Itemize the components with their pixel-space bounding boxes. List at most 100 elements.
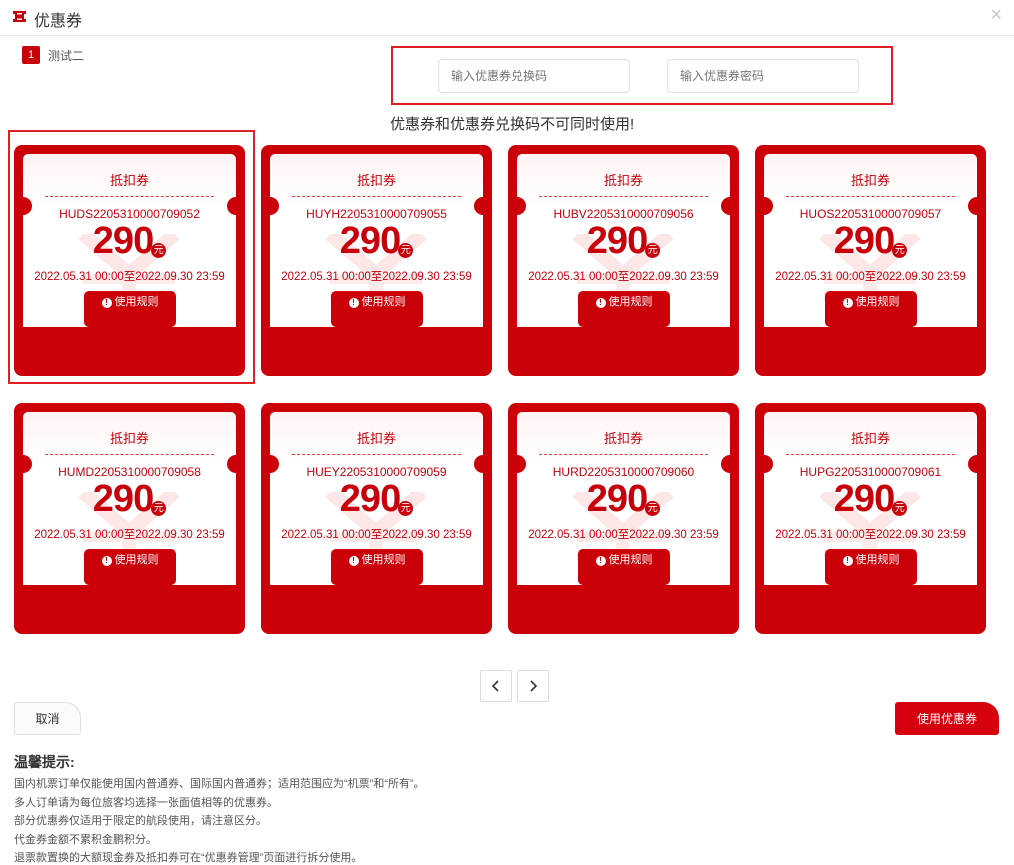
coupon-card-body: 抵扣券 HUBV2205310000709056 290元 2022.05.31 00…: [517, 154, 730, 327]
usage-rules-label: 使用规则: [114, 554, 159, 566]
coupon-type: 抵扣券: [356, 173, 396, 188]
coupon-card[interactable]: 抵扣券 HURD2205310000709060 290元 2022.05.31 00…: [508, 403, 739, 634]
coupon-amount-value: 290: [833, 220, 895, 262]
coupon-amount-value: 290: [586, 220, 648, 262]
ticket-icon: [13, 11, 26, 22]
usage-rules-button[interactable]: ! 使用规则: [84, 291, 176, 327]
tips-list: 国内机票订单仅能使用国内普通券、国际国内普通券；适用范围应为“机票”和“所有”。…: [14, 775, 425, 865]
coupon-validity: 2022.05.31 00:00至2022.09.30 23:59: [281, 529, 472, 541]
chevron-left-icon: [491, 680, 499, 692]
coupon-amount: 290元: [270, 478, 483, 521]
usage-rules-button[interactable]: ! 使用规则: [578, 549, 670, 585]
coupon-code-input[interactable]: [438, 59, 630, 93]
next-page-button[interactable]: [517, 670, 549, 702]
coupon-type: 抵扣券: [603, 431, 643, 446]
coupon-validity: 2022.05.31 00:00至2022.09.30 23:59: [775, 271, 966, 283]
coupon-card-body: 抵扣券 HUDS2205310000709052 290元 2022.05.31 00…: [23, 154, 236, 327]
coupon-card-body: 抵扣券 HUYH2205310000709055 290元 2022.05.31 00…: [270, 154, 483, 327]
currency-unit-badge: 元: [645, 501, 661, 516]
coupon-divider: [292, 196, 461, 197]
coupon-divider: [786, 454, 955, 455]
close-icon[interactable]: ×: [990, 5, 1002, 25]
usage-rules-button[interactable]: ! 使用规则: [825, 549, 917, 585]
currency-unit-badge: 元: [892, 243, 908, 258]
currency-unit-badge: 元: [645, 243, 661, 258]
use-coupon-button[interactable]: 使用优惠券: [895, 702, 999, 735]
coupon-amount: 290元: [764, 478, 977, 521]
tip-item: 代金券金额不累积金鹏积分。: [14, 833, 157, 846]
coupon-validity: 2022.05.31 00:00至2022.09.30 23:59: [528, 271, 719, 283]
usage-rules-button[interactable]: ! 使用规则: [331, 549, 423, 585]
coupon-card-body: 抵扣券 HURD2205310000709060 290元 2022.05.31 00…: [517, 412, 730, 585]
passenger-name: 测试二: [48, 48, 85, 63]
coupon-code: HUEY2205310000709059: [306, 465, 447, 479]
coupon-card[interactable]: 抵扣券 HUPG2205310000709061 290元 2022.05.31 00…: [755, 403, 986, 634]
coupon-code-area: [391, 46, 893, 105]
passenger-tab[interactable]: 1 测试二: [22, 46, 84, 64]
tip-item: 多人订单请为每位旅客均选择一张面值相等的优惠券。: [14, 796, 278, 809]
coupon-amount: 290元: [517, 478, 730, 521]
info-icon: !: [595, 556, 606, 566]
info-icon: !: [842, 298, 853, 308]
usage-rules-button[interactable]: ! 使用规则: [578, 291, 670, 327]
usage-rules-label: 使用规则: [608, 296, 653, 308]
prev-page-button[interactable]: [480, 670, 512, 702]
coupon-amount-value: 290: [833, 478, 895, 520]
usage-rules-label: 使用规则: [855, 296, 900, 308]
coupon-amount: 290元: [23, 220, 236, 263]
usage-rules-button[interactable]: ! 使用规则: [331, 291, 423, 327]
cancel-button[interactable]: 取消: [14, 702, 81, 735]
info-icon: !: [348, 556, 359, 566]
info-icon: !: [101, 298, 112, 308]
currency-unit-badge: 元: [151, 243, 167, 258]
coupon-card[interactable]: 抵扣券 HUYH2205310000709055 290元 2022.05.31 00…: [261, 145, 492, 376]
coupon-type: 抵扣券: [109, 431, 149, 446]
coupon-card-body: 抵扣券 HUPG2205310000709061 290元 2022.05.31 00…: [764, 412, 977, 585]
coupon-validity: 2022.05.31 00:00至2022.09.30 23:59: [34, 529, 225, 541]
usage-rules-label: 使用规则: [608, 554, 653, 566]
coupon-code: HURD2205310000709060: [552, 465, 695, 479]
coupon-amount-value: 290: [339, 478, 401, 520]
coupon-password-input[interactable]: [667, 59, 859, 93]
coupon-amount-value: 290: [586, 478, 648, 520]
usage-rules-button[interactable]: ! 使用规则: [825, 291, 917, 327]
coupon-card[interactable]: 抵扣券 HUMD2205310000709058 290元 2022.05.31 00…: [14, 403, 245, 634]
coupon-amount-value: 290: [339, 220, 401, 262]
info-icon: !: [101, 556, 112, 566]
passenger-index-badge: 1: [22, 46, 40, 64]
coupon-card-body: 抵扣券 HUEY2205310000709059 290元 2022.05.31 00…: [270, 412, 483, 585]
info-icon: !: [842, 556, 853, 566]
exclusive-use-notice: 优惠券和优惠券兑换码不可同时使用!: [390, 116, 635, 133]
coupon-amount: 290元: [23, 478, 236, 521]
coupon-amount: 290元: [517, 220, 730, 263]
currency-unit-badge: 元: [398, 243, 414, 258]
tip-item: 国内机票订单仅能使用国内普通券、国际国内普通券；适用范围应为“机票”和“所有”。: [14, 778, 425, 790]
coupon-divider: [292, 454, 461, 455]
coupon-divider: [539, 454, 708, 455]
info-icon: !: [348, 298, 359, 308]
coupon-card[interactable]: 抵扣券 HUDS2205310000709052 290元 2022.05.31 00…: [14, 145, 245, 376]
coupon-code: HUYH2205310000709055: [306, 207, 447, 221]
coupon-card[interactable]: 抵扣券 HUOS2205310000709057 290元 2022.05.31 00…: [755, 145, 986, 376]
coupon-code: HUPG2205310000709061: [799, 465, 942, 479]
coupon-type: 抵扣券: [356, 431, 396, 446]
coupon-card[interactable]: 抵扣券 HUBV2205310000709056 290元 2022.05.31 00…: [508, 145, 739, 376]
coupon-amount: 290元: [764, 220, 977, 263]
dialog-title: 优惠券: [34, 13, 83, 30]
tip-item: 退票款置换的大额现金券及抵扣券可在“优惠券管理”页面进行拆分使用。: [14, 852, 363, 864]
coupon-type: 抵扣券: [109, 173, 149, 188]
coupon-card[interactable]: 抵扣券 HUEY2205310000709059 290元 2022.05.31 00…: [261, 403, 492, 634]
usage-rules-label: 使用规则: [361, 296, 406, 308]
coupon-amount-value: 290: [92, 478, 154, 520]
usage-rules-button[interactable]: ! 使用规则: [84, 549, 176, 585]
dialog-header: 优惠券 ×: [0, 0, 1014, 36]
coupon-divider: [786, 196, 955, 197]
info-icon: !: [595, 298, 606, 308]
coupon-type: 抵扣券: [850, 173, 890, 188]
coupon-card-body: 抵扣券 HUOS2205310000709057 290元 2022.05.31 00…: [764, 154, 977, 327]
tip-item: 部分优惠券仅适用于限定的航段使用，请注意区分。: [14, 815, 267, 827]
coupon-type: 抵扣券: [850, 431, 890, 446]
usage-rules-label: 使用规则: [361, 554, 406, 566]
coupon-divider: [539, 196, 708, 197]
currency-unit-badge: 元: [892, 501, 908, 516]
